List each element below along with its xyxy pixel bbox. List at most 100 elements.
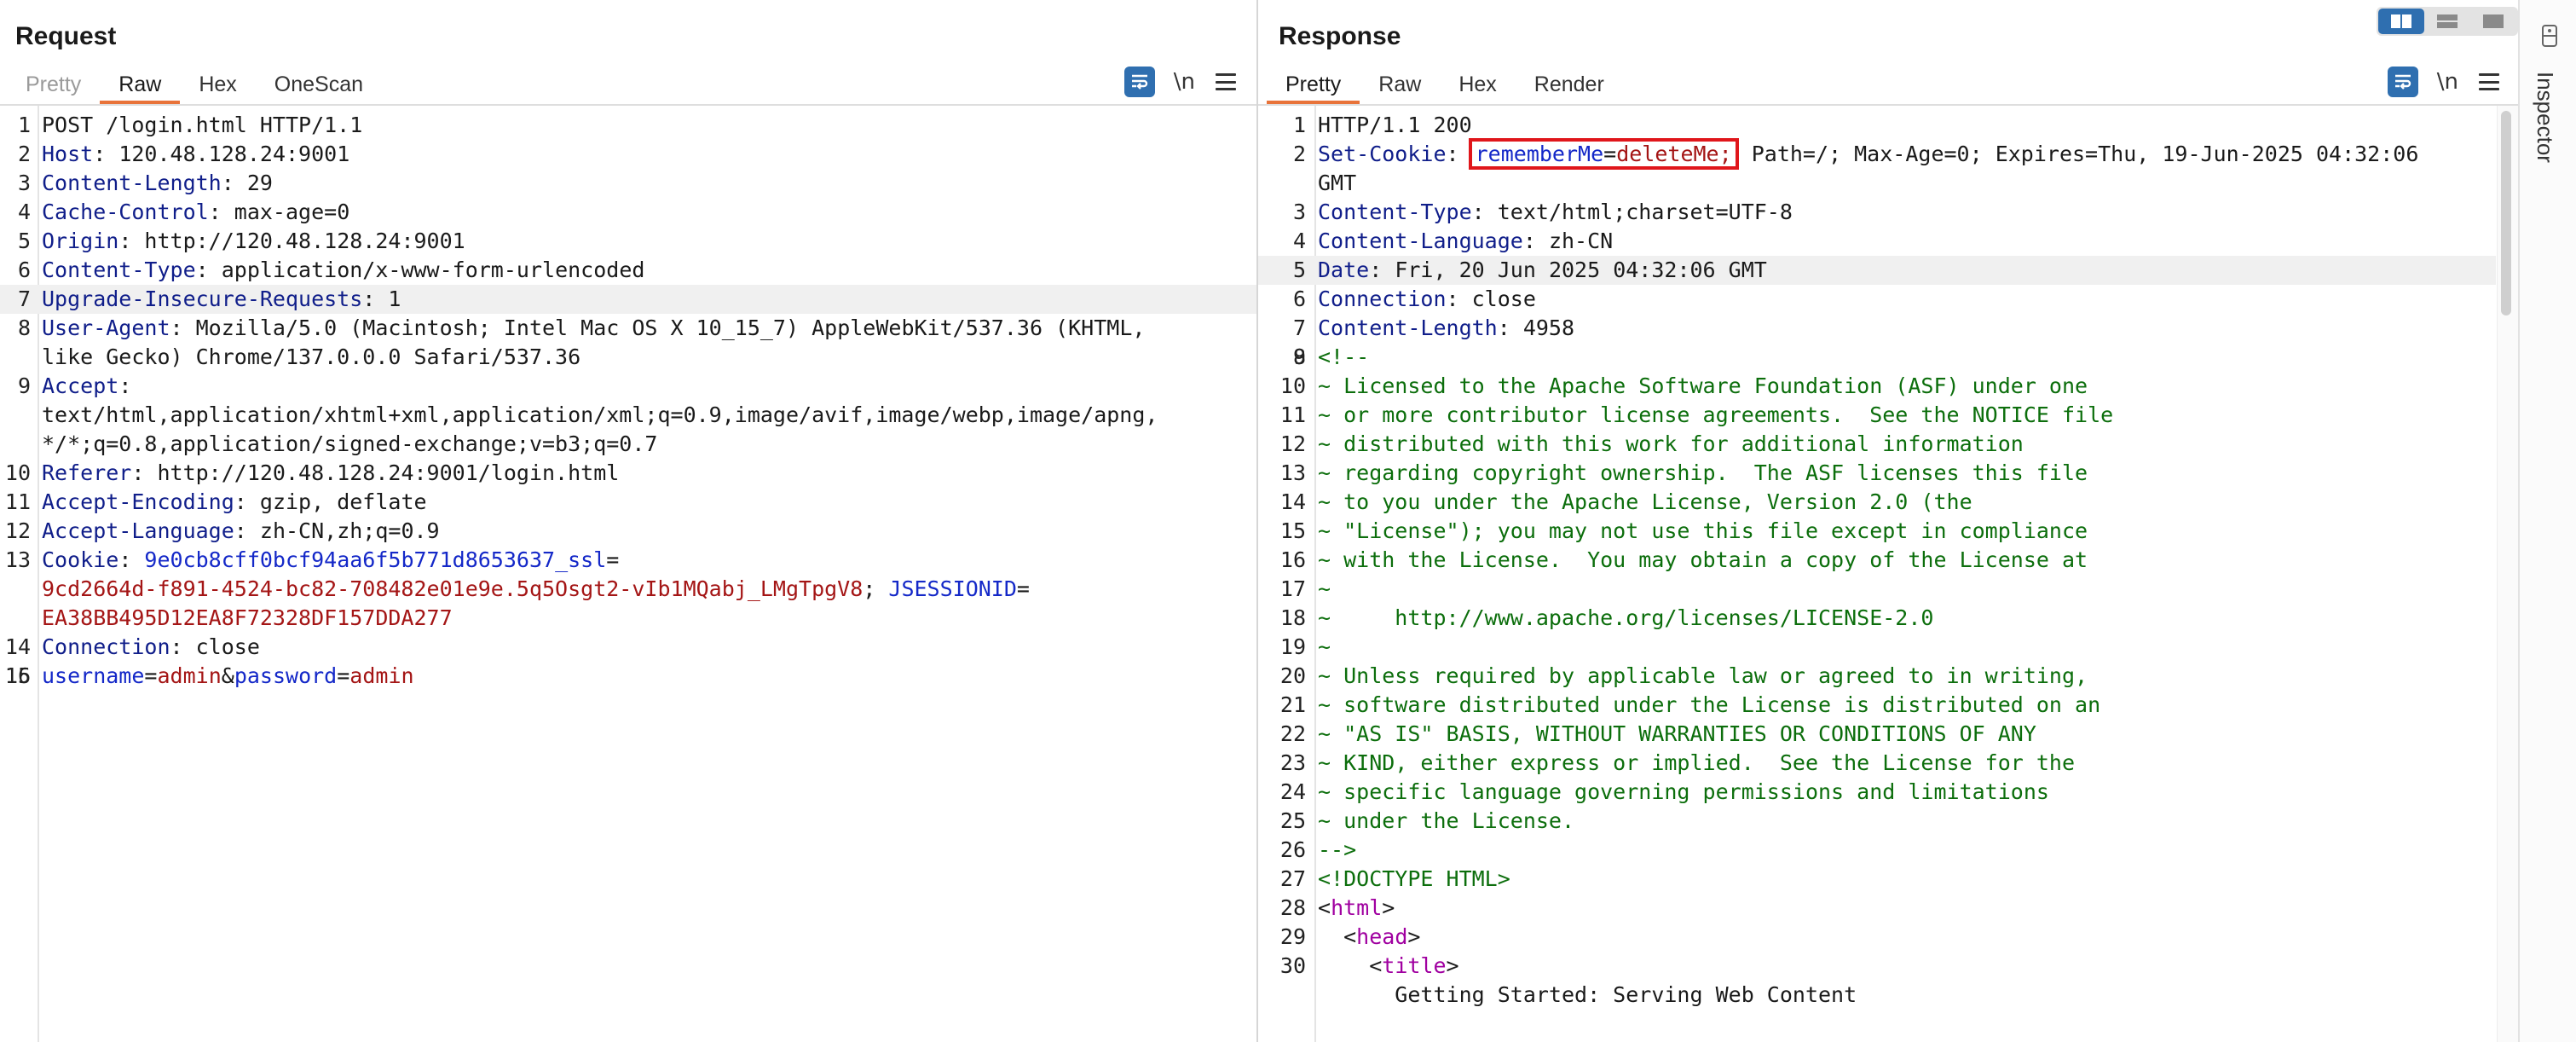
tab-raw[interactable]: Raw	[100, 67, 181, 104]
request-editor[interactable]: 1 POST /login.html HTTP/1.1 2 Host: 120.48.…	[0, 106, 1256, 1042]
show-newlines-button[interactable]: \n	[2437, 69, 2458, 95]
header-value: 1	[388, 287, 401, 311]
inspector-label[interactable]: Inspector	[2532, 72, 2558, 163]
tab-pretty[interactable]: Pretty	[1267, 67, 1360, 104]
hamburger-menu-icon[interactable]	[1216, 73, 1236, 90]
line-text: Cache-Control: max-age=0	[42, 198, 1256, 227]
line-text: Content-Length: 4958	[1318, 314, 2496, 343]
header-colon: :	[234, 489, 260, 514]
line-text: <!--	[1318, 343, 2496, 372]
tab-hex[interactable]: Hex	[1440, 67, 1515, 104]
line-number: 22	[1279, 721, 1306, 746]
split-horizontal-icon[interactable]	[2378, 9, 2424, 34]
line-number: 1	[17, 113, 31, 137]
hamburger-menu-icon[interactable]	[2479, 73, 2499, 90]
scrollbar-track[interactable]	[2497, 106, 2518, 1042]
line-number: 13	[4, 547, 31, 572]
header-name: Content-Length	[1318, 315, 1498, 340]
line-number: 10	[1279, 373, 1306, 398]
line-number: 15	[1279, 518, 1306, 543]
response-editor[interactable]: 1 HTTP/1.1 200 2 Set-Cookie: rememberMe=del…	[1258, 106, 2518, 1042]
code-line: like Gecko) Chrome/137.0.0.0 Safari/537.…	[0, 343, 1256, 372]
code-line: 12 ~ distributed with this work for addit…	[1258, 430, 2496, 459]
tab-onescan[interactable]: OneScan	[256, 67, 382, 104]
scrollbar-thumb[interactable]	[2501, 111, 2511, 315]
tag-open: <	[1369, 953, 1383, 978]
line-number: 6	[17, 258, 31, 282]
header-colon: :	[1522, 229, 1549, 253]
line-text: <html>	[1318, 894, 2496, 923]
header-name: Accept-Encoding	[42, 489, 234, 514]
tab-raw[interactable]: Raw	[1360, 67, 1440, 104]
inspector-panel[interactable]: Inspector	[2518, 0, 2576, 1042]
line-text: <head>	[1318, 923, 2496, 952]
line-number: 10	[4, 460, 31, 485]
header-colon: :	[234, 518, 260, 543]
code-line: 12 Accept-Language: zh-CN,zh;q=0.9	[0, 517, 1256, 546]
word-wrap-icon[interactable]	[1123, 67, 1155, 97]
code-line: 6 Connection: close	[1258, 285, 2496, 314]
code-line: text/html,application/xhtml+xml,applicat…	[0, 401, 1256, 430]
comment-text: <!DOCTYPE HTML>	[1318, 866, 1510, 891]
inspector-panel-icon[interactable]	[2540, 24, 2559, 48]
param-value: admin	[349, 663, 414, 688]
tab-hex[interactable]: Hex	[180, 67, 255, 104]
line-text: GMT	[1318, 169, 2496, 198]
header-colon: :	[1497, 315, 1523, 340]
response-code[interactable]: 1 HTTP/1.1 200 2 Set-Cookie: rememberMe=del…	[1258, 111, 2496, 1010]
html-tag-name: head	[1356, 924, 1408, 949]
line-number: 8	[17, 315, 31, 340]
single-pane-icon[interactable]	[2470, 9, 2516, 34]
comment-text: ~	[1318, 634, 1331, 659]
line-number: 17	[1279, 576, 1306, 601]
tab-pretty[interactable]: Pretty	[7, 67, 100, 104]
plain-text: text/html,application/xhtml+xml,applicat…	[42, 402, 1158, 427]
header-colon: :	[221, 171, 247, 195]
show-newlines-button[interactable]: \n	[1174, 69, 1195, 95]
cookie-name: 9e0cb8cff0bcf94aa6f5b771d8653637_ssl	[144, 547, 607, 572]
response-tabs: Pretty Raw Hex Render	[1267, 67, 1623, 104]
line-text: Accept:	[42, 372, 1256, 401]
html-tag-name: html	[1331, 895, 1383, 920]
line-text: text/html,application/xhtml+xml,applicat…	[42, 401, 1256, 430]
line-text: HTTP/1.1 200	[1318, 111, 2496, 140]
code-line: 10 Referer: http://120.48.128.24:9001/log…	[0, 459, 1256, 488]
code-line: 1 POST /login.html HTTP/1.1	[0, 111, 1256, 140]
line-number: 2	[17, 142, 31, 166]
code-line: 28 <html>	[1258, 894, 2496, 923]
line-number: 14	[1279, 489, 1306, 514]
code-line: 5 Date: Fri, 20 Jun 2025 04:32:06 GMT	[1258, 256, 2496, 285]
code-line: 14 Connection: close	[0, 633, 1256, 662]
request-code[interactable]: 1 POST /login.html HTTP/1.1 2 Host: 120.48.…	[0, 111, 1256, 691]
comment-text: <!--	[1318, 344, 1370, 369]
tab-render[interactable]: Render	[1516, 67, 1623, 104]
header-value: Fri, 20 Jun 2025 04:32:06 GMT	[1395, 258, 1767, 282]
comment-text: ~ "AS IS" BASIS, WITHOUT WARRANTIES OR C…	[1318, 721, 2036, 746]
cookie-name: JSESSIONID	[888, 576, 1017, 601]
code-line: GMT	[1258, 169, 2496, 198]
line-number: 5	[1292, 258, 1306, 282]
header-name: Content-Language	[1318, 229, 1523, 253]
cookie-name: rememberMe	[1475, 142, 1604, 166]
code-line: 6 Content-Type: application/x-www-form-ur…	[0, 256, 1256, 285]
word-wrap-icon[interactable]	[2387, 67, 2418, 97]
line-number: 4	[17, 200, 31, 224]
line-text: Connection: close	[1318, 285, 2496, 314]
code-line: 11 ~ or more contributor license agreemen…	[1258, 401, 2496, 430]
header-value: 4958	[1522, 315, 1575, 340]
header-value: zh-CN	[1548, 229, 1614, 253]
header-colon: :	[170, 634, 196, 659]
param-separator: &	[221, 663, 234, 688]
line-text: User-Agent: Mozilla/5.0 (Macintosh; Inte…	[42, 314, 1256, 343]
comment-text: ~ or more contributor license agreements…	[1318, 402, 2114, 427]
code-line: 16 username=admin&password=admin	[0, 662, 1256, 691]
comment-text: ~ Licensed to the Apache Software Founda…	[1318, 373, 2088, 398]
line-number: 25	[1279, 808, 1306, 833]
comment-text: ~	[1318, 576, 1331, 601]
line-number: 5	[17, 229, 31, 253]
tag-close: >	[1382, 895, 1395, 920]
comment-text: ~ "License"); you may not use this file …	[1318, 518, 2088, 543]
split-vertical-icon[interactable]	[2424, 9, 2470, 34]
header-name: Upgrade-Insecure-Requests	[42, 287, 363, 311]
